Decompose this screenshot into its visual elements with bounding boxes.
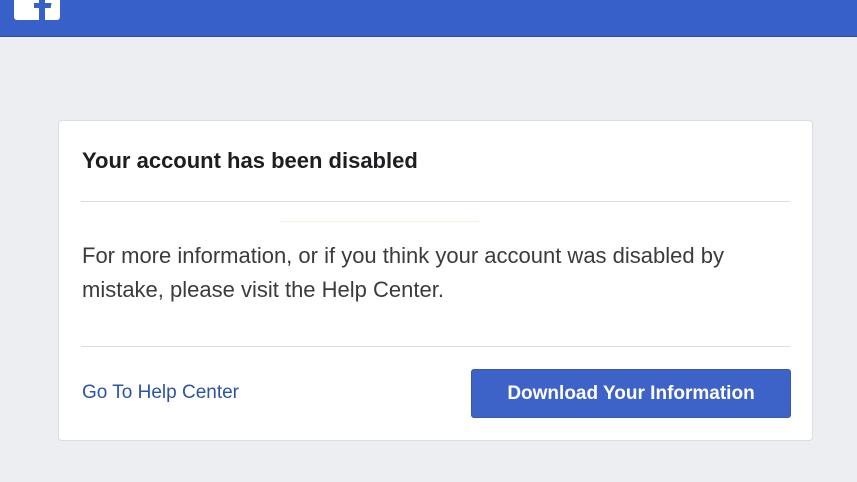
- top-navigation-bar: [0, 0, 857, 37]
- facebook-logo-icon[interactable]: [14, 0, 60, 20]
- card-title: Your account has been disabled: [82, 148, 418, 173]
- decorative-line: [279, 221, 479, 222]
- account-disabled-card: Your account has been disabled For more …: [58, 120, 813, 441]
- footer-divider: [81, 346, 790, 347]
- go-to-help-center-link[interactable]: Go To Help Center: [82, 382, 239, 404]
- card-message: For more information, or if you think yo…: [82, 243, 724, 302]
- download-your-information-button[interactable]: Download Your Information: [471, 369, 791, 418]
- facebook-f-glyph: [34, 0, 52, 20]
- title-divider: [81, 201, 790, 202]
